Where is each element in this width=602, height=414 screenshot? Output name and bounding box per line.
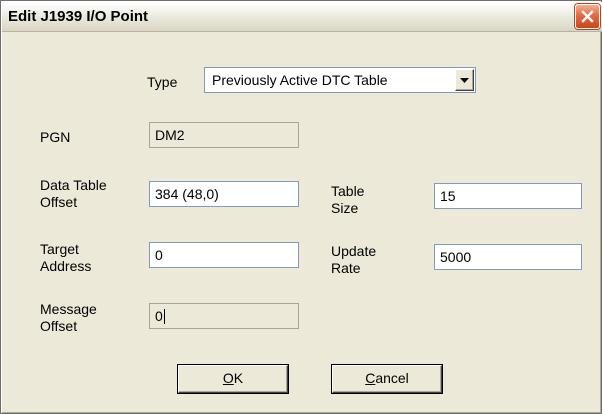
table-size-value: 15 — [440, 188, 456, 204]
cancel-mnemonic: C — [365, 370, 376, 386]
message-offset-label-line2: Offset — [40, 318, 78, 334]
ok-mnemonic: O — [222, 370, 234, 386]
chevron-down-icon — [460, 77, 469, 83]
dropdown-button[interactable] — [455, 69, 474, 91]
message-offset-label: Message Offset — [40, 301, 97, 335]
table-size-field[interactable]: 15 — [434, 183, 582, 209]
target-address-label-line2: Address — [40, 258, 92, 274]
data-table-offset-label-line1: Data Table — [40, 177, 107, 193]
edit-j1939-dialog: Edit J1939 I/O Point Type Previously Act… — [0, 0, 602, 414]
update-rate-label-line2: Rate — [331, 260, 361, 276]
cancel-button[interactable]: Cancel — [332, 365, 442, 393]
title-bar[interactable]: Edit J1939 I/O Point — [2, 2, 602, 32]
data-table-offset-label: Data Table Offset — [40, 177, 107, 211]
ok-label-rest: K — [233, 370, 244, 386]
update-rate-label-line1: Update — [331, 243, 377, 259]
data-table-offset-value: 384 (48,0) — [155, 186, 219, 202]
type-label: Type — [147, 74, 178, 90]
ok-button[interactable]: OK — [178, 365, 288, 393]
update-rate-label: Update Rate — [331, 243, 376, 277]
cancel-label-rest: ancel — [375, 370, 409, 386]
pgn-field: DM2 — [149, 122, 299, 148]
message-offset-value: 0 — [155, 308, 163, 324]
update-rate-value: 5000 — [440, 249, 472, 265]
close-x-icon — [581, 10, 594, 23]
target-address-value: 0 — [155, 247, 163, 263]
data-table-offset-label-line2: Offset — [40, 194, 78, 210]
table-size-label: Table Size — [331, 183, 364, 217]
pgn-label: PGN — [40, 129, 71, 145]
close-button[interactable] — [575, 4, 600, 29]
text-caret — [163, 309, 165, 324]
table-size-label-line1: Table — [331, 183, 365, 199]
target-address-label-line1: Target — [40, 241, 79, 257]
dialog-title: Edit J1939 I/O Point — [8, 8, 149, 25]
data-table-offset-field[interactable]: 384 (48,0) — [149, 181, 299, 207]
type-dropdown[interactable]: Previously Active DTC Table — [204, 67, 476, 93]
target-address-label: Target Address — [40, 241, 91, 275]
type-selected-value: Previously Active DTC Table — [212, 72, 388, 88]
table-size-label-line2: Size — [331, 200, 359, 216]
message-offset-label-line1: Message — [40, 301, 97, 317]
target-address-field[interactable]: 0 — [149, 242, 299, 268]
pgn-value: DM2 — [155, 127, 185, 143]
message-offset-field[interactable]: 0 — [149, 303, 299, 329]
update-rate-field[interactable]: 5000 — [434, 244, 582, 270]
